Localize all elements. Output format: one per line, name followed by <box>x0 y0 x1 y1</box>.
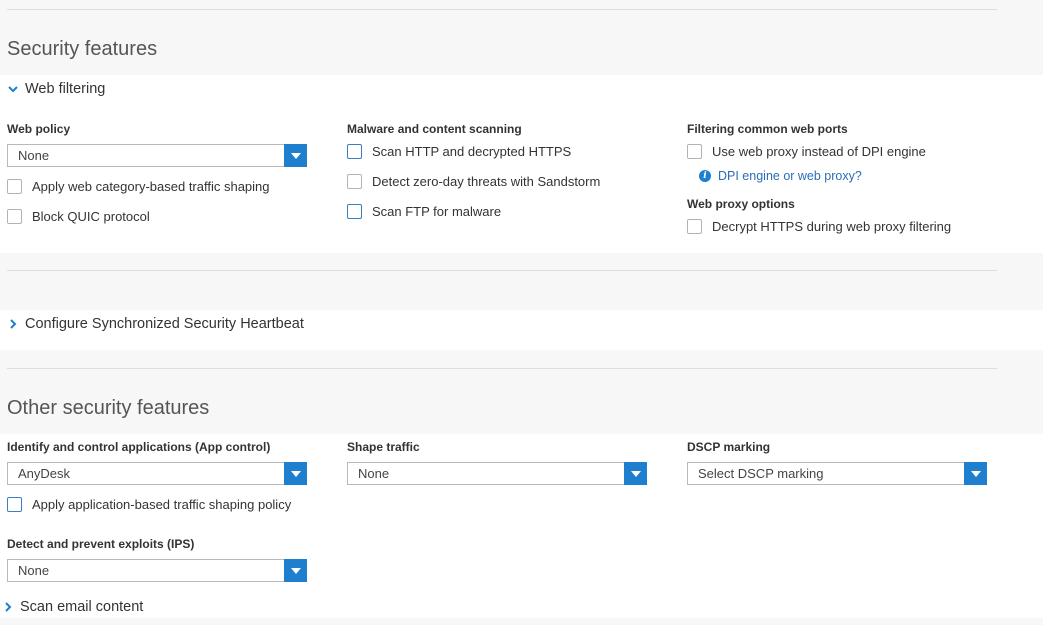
app-control-value: AnyDesk <box>18 466 71 481</box>
block-quic-checkbox[interactable]: Block QUIC protocol <box>7 209 150 224</box>
dropdown-arrow-icon[interactable] <box>284 559 307 582</box>
checkbox-box[interactable] <box>347 174 362 189</box>
ips-value: None <box>18 563 50 578</box>
ips-label: Detect and prevent exploits (IPS) <box>7 537 195 551</box>
dscp-marking-value: Select DSCP marking <box>698 466 824 481</box>
checkbox-box[interactable] <box>7 209 22 224</box>
web-ports-label: Filtering common web ports <box>687 122 848 136</box>
scan-email-header[interactable]: Scan email content <box>2 599 143 615</box>
divider <box>7 270 997 271</box>
shape-traffic-label: Shape traffic <box>347 440 420 454</box>
sandstorm-checkbox[interactable]: Detect zero-day threats with Sandstorm <box>347 174 600 189</box>
chevron-right-icon <box>5 602 12 612</box>
web-filtering-header[interactable]: Web filtering <box>7 81 105 97</box>
chevron-right-icon <box>10 319 17 329</box>
malware-scanning-label: Malware and content scanning <box>347 122 522 136</box>
checkbox-label: Scan FTP for malware <box>372 204 502 219</box>
dscp-marking-label: DSCP marking <box>687 440 771 454</box>
web-policy-select[interactable]: None <box>7 144 307 167</box>
app-traffic-shaping-checkbox[interactable]: Apply application-based traffic shaping … <box>7 497 291 512</box>
web-proxy-options-label: Web proxy options <box>687 197 795 211</box>
web-category-shaping-checkbox[interactable]: Apply web category-based traffic shaping <box>7 179 270 194</box>
shape-traffic-value: None <box>358 466 390 481</box>
scan-email-label: Scan email content <box>20 599 144 615</box>
dscp-marking-select[interactable]: Select DSCP marking <box>687 462 987 485</box>
decrypt-https-checkbox[interactable]: Decrypt HTTPS during web proxy filtering <box>687 219 951 234</box>
checkbox-label: Scan HTTP and decrypted HTTPS <box>372 144 572 159</box>
shape-traffic-select[interactable]: None <box>347 462 647 485</box>
security-features-title: Security features <box>7 38 158 60</box>
scan-http-checkbox[interactable]: Scan HTTP and decrypted HTTPS <box>347 144 571 159</box>
checkbox-box[interactable] <box>7 497 22 512</box>
app-control-label: Identify and control applications (App c… <box>7 440 271 454</box>
checkbox-box[interactable] <box>347 204 362 219</box>
checkbox-box[interactable] <box>687 144 702 159</box>
checkbox-label: Apply web category-based traffic shaping <box>32 179 270 194</box>
dropdown-arrow-icon[interactable] <box>624 462 647 485</box>
heartbeat-header[interactable]: Configure Synchronized Security Heartbea… <box>7 316 304 332</box>
use-web-proxy-checkbox[interactable]: Use web proxy instead of DPI engine <box>687 144 926 159</box>
checkbox-label: Decrypt HTTPS during web proxy filtering <box>712 219 952 234</box>
dropdown-arrow-icon[interactable] <box>284 462 307 485</box>
heartbeat-label: Configure Synchronized Security Heartbea… <box>25 316 304 332</box>
web-filtering-label: Web filtering <box>25 81 106 97</box>
info-icon: i <box>699 170 711 182</box>
web-policy-label: Web policy <box>7 122 71 136</box>
divider <box>7 368 997 369</box>
dropdown-arrow-icon[interactable] <box>964 462 987 485</box>
web-policy-value: None <box>18 148 50 163</box>
checkbox-label: Detect zero-day threats with Sandstorm <box>372 174 601 189</box>
checkbox-box[interactable] <box>347 144 362 159</box>
app-control-select[interactable]: AnyDesk <box>7 462 307 485</box>
top-divider <box>7 9 997 10</box>
scan-ftp-checkbox[interactable]: Scan FTP for malware <box>347 204 501 219</box>
checkbox-box[interactable] <box>687 219 702 234</box>
dpi-or-proxy-link[interactable]: i DPI engine or web proxy? <box>699 169 862 183</box>
link-label: DPI engine or web proxy? <box>718 169 862 183</box>
checkbox-label: Use web proxy instead of DPI engine <box>712 144 926 159</box>
other-security-features-title: Other security features <box>7 397 210 419</box>
checkbox-box[interactable] <box>7 179 22 194</box>
checkbox-label: Block QUIC protocol <box>32 209 150 224</box>
chevron-down-icon <box>8 86 18 93</box>
dropdown-arrow-icon[interactable] <box>284 144 307 167</box>
checkbox-label: Apply application-based traffic shaping … <box>32 497 292 512</box>
ips-select[interactable]: None <box>7 559 307 582</box>
